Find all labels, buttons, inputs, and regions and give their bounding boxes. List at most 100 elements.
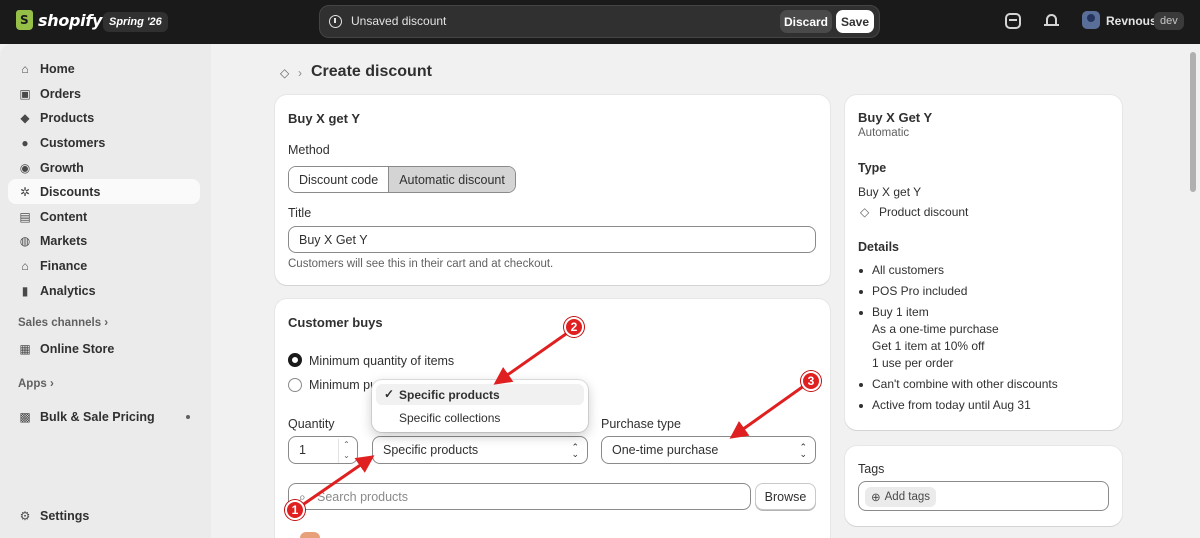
summary-title: Buy X Get Y bbox=[858, 110, 933, 125]
select-chevron-icon: ⌃ ⌄ bbox=[571, 442, 579, 459]
bell-icon[interactable] bbox=[1044, 13, 1060, 29]
type-kind: Product discount bbox=[879, 205, 969, 219]
globe-icon: ◍ bbox=[19, 233, 31, 248]
discount-icon: ✲ bbox=[19, 184, 31, 199]
any-items-value: Specific products bbox=[383, 443, 479, 457]
apps-heading[interactable]: Apps › bbox=[18, 378, 54, 390]
min-quantity-radio[interactable] bbox=[288, 353, 302, 367]
person-icon: ● bbox=[21, 135, 29, 150]
card-heading: Buy X get Y bbox=[288, 111, 361, 126]
sidebar-item-analytics[interactable]: ▮ Analytics bbox=[8, 278, 200, 303]
store-name[interactable]: Revnous bbox=[1106, 14, 1157, 28]
sidebar-item-orders[interactable]: ▣ Orders bbox=[8, 81, 200, 106]
purchase-type-label: Purchase type bbox=[601, 417, 681, 431]
sidebar-item-label: Online Store bbox=[40, 341, 115, 356]
sidebar-item-markets[interactable]: ◍ Markets bbox=[8, 228, 200, 253]
add-tags-button[interactable]: ⊕ Add tags bbox=[865, 487, 937, 507]
sidebar-item-label: Finance bbox=[40, 258, 88, 273]
items-type-dropdown: ✓ Specific products Specific collections bbox=[372, 380, 588, 432]
detail-item: Can't combine with other discounts bbox=[858, 376, 1058, 393]
type-value: Buy X get Y bbox=[858, 185, 922, 199]
page-title: Create discount bbox=[311, 63, 432, 80]
store-icon: ▦ bbox=[19, 341, 31, 356]
sidebar-item-label: Discounts bbox=[40, 184, 101, 199]
min-amount-label[interactable]: Minimum pu bbox=[309, 378, 377, 392]
home-icon: ⌂ bbox=[21, 61, 29, 76]
sidebar-item-label: Orders bbox=[40, 86, 81, 101]
plus-circle-icon: ⊕ bbox=[871, 492, 881, 504]
breadcrumb-separator: › bbox=[298, 66, 302, 80]
method-segmented-control: Discount code Automatic discount bbox=[288, 166, 516, 193]
quantity-stepper[interactable]: ⌃ ⌄ bbox=[338, 439, 354, 463]
sidebar-item-label: Customers bbox=[40, 135, 106, 150]
tag-icon: ◆ bbox=[20, 110, 30, 125]
orders-icon: ▣ bbox=[19, 86, 31, 101]
sidebar-item-growth[interactable]: ◉ Growth bbox=[8, 155, 200, 180]
edition-badge[interactable]: Spring '26 bbox=[103, 12, 168, 32]
sidekick-icon[interactable] bbox=[1005, 13, 1021, 29]
title-field[interactable] bbox=[288, 226, 816, 253]
sidebar-item-content[interactable]: ▤ Content bbox=[8, 204, 200, 229]
unsaved-changes-bar: Unsaved discount Discard Save bbox=[319, 5, 880, 38]
sidebar-item-home[interactable]: ⌂ Home bbox=[8, 56, 200, 81]
min-quantity-label[interactable]: Minimum quantity of items bbox=[309, 354, 454, 368]
dropdown-option-label: Specific collections bbox=[399, 410, 501, 425]
sidebar-item-settings[interactable]: ⚙ Settings bbox=[8, 503, 200, 528]
sidebar-item-products[interactable]: ◆ Products bbox=[8, 105, 200, 130]
min-amount-radio[interactable] bbox=[288, 378, 302, 392]
discount-code-option[interactable]: Discount code bbox=[289, 167, 389, 192]
type-heading: Type bbox=[858, 161, 887, 175]
sidebar-item-label: Bulk & Sale Pricing bbox=[40, 409, 155, 424]
tag-icon: ◇ bbox=[860, 205, 870, 219]
sidebar-item-label: Markets bbox=[40, 233, 88, 248]
shopify-bag-icon bbox=[16, 10, 33, 30]
bank-icon: ⌂ bbox=[21, 258, 29, 273]
sidebar-item-label: Settings bbox=[40, 508, 90, 523]
detail-item: POS Pro included bbox=[858, 283, 1058, 300]
sales-channels-heading[interactable]: Sales channels › bbox=[18, 317, 108, 329]
gear-icon: ⚙ bbox=[19, 508, 31, 523]
dropdown-option-specific-products[interactable]: ✓ Specific products bbox=[376, 384, 584, 405]
title-help-text: Customers will see this in their cart an… bbox=[288, 258, 554, 270]
store-avatar[interactable] bbox=[1082, 11, 1100, 29]
product-thumbnail bbox=[300, 532, 320, 538]
quantity-label: Quantity bbox=[288, 417, 335, 431]
detail-item: Active from today until Aug 31 bbox=[858, 397, 1058, 414]
product-search-input[interactable] bbox=[317, 489, 740, 504]
method-label: Method bbox=[288, 143, 330, 157]
sidebar-item-customers[interactable]: ● Customers bbox=[8, 130, 200, 155]
summary-subtitle: Automatic bbox=[858, 127, 910, 139]
details-list: All customers POS Pro included Buy 1 ite… bbox=[858, 262, 1058, 418]
discard-button[interactable]: Discard bbox=[780, 10, 832, 33]
details-heading: Details bbox=[858, 240, 899, 254]
step-badge-3: 3 bbox=[801, 371, 821, 391]
sidebar-item-label: Content bbox=[40, 209, 88, 224]
unread-dot bbox=[186, 415, 190, 419]
sidebar-item-discounts[interactable]: ✲ Discounts bbox=[8, 179, 200, 204]
automatic-discount-option[interactable]: Automatic discount bbox=[388, 167, 515, 192]
alert-circle-icon bbox=[329, 15, 342, 28]
purchase-type-select[interactable]: One-time purchase ⌃ ⌄ bbox=[601, 436, 816, 464]
sidebar-item-label: Analytics bbox=[40, 283, 96, 298]
environment-badge: dev bbox=[1154, 12, 1184, 30]
customer-buys-heading: Customer buys bbox=[288, 315, 383, 330]
title-input[interactable] bbox=[299, 232, 805, 247]
detail-item: All customers bbox=[858, 262, 1058, 279]
brand-name: shopify bbox=[38, 10, 103, 30]
quantity-field[interactable]: ⌃⌄ bbox=[288, 436, 358, 464]
browse-button[interactable]: Browse bbox=[755, 483, 816, 510]
sidebar-item-finance[interactable]: ⌂ Finance bbox=[8, 253, 200, 278]
save-button[interactable]: Save bbox=[836, 10, 874, 33]
sidebar-item-online-store[interactable]: ▦ Online Store bbox=[8, 336, 200, 361]
sidebar-item-label: Growth bbox=[40, 160, 84, 175]
dropdown-option-specific-collections[interactable]: Specific collections bbox=[376, 407, 584, 428]
checkmark-icon: ✓ bbox=[384, 387, 395, 401]
tags-heading: Tags bbox=[858, 462, 885, 476]
sidebar-item-label: Home bbox=[40, 61, 75, 76]
discount-tag-icon[interactable]: ◇ bbox=[280, 66, 289, 80]
sidebar-item-bulk-sale-pricing[interactable]: ▩ Bulk & Sale Pricing bbox=[8, 404, 200, 429]
any-items-select[interactable]: Specific products ⌃ ⌄ bbox=[372, 436, 588, 464]
scrollbar-thumb[interactable] bbox=[1190, 52, 1196, 192]
shopify-logo[interactable]: shopify bbox=[16, 10, 102, 30]
product-search-field[interactable]: ⌕ bbox=[288, 483, 751, 510]
